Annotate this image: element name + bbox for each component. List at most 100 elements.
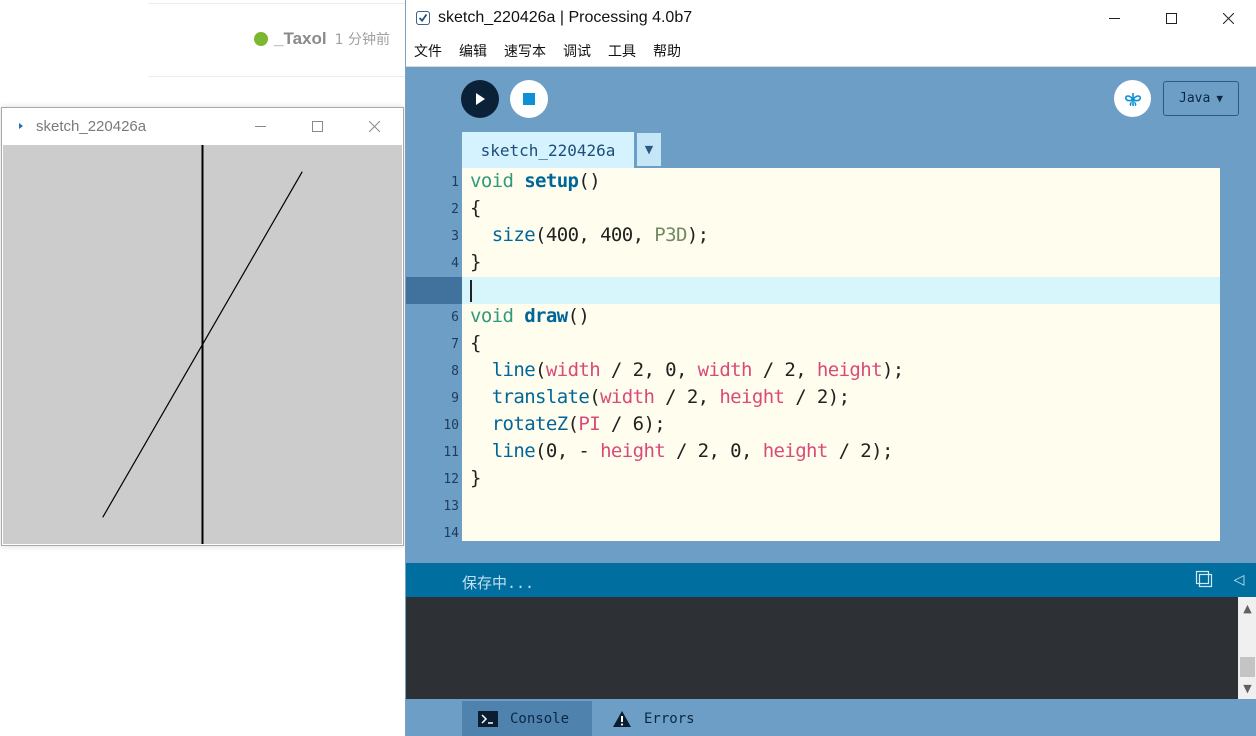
menu-debug[interactable]: 调试 <box>563 41 591 61</box>
close-button[interactable] <box>346 108 403 144</box>
minimize-button[interactable] <box>1086 0 1143 36</box>
toolbar: Java ▼ <box>406 67 1256 131</box>
code-token: width <box>545 359 601 381</box>
chevron-down-icon: ▼ <box>644 143 654 156</box>
code-token: line <box>491 359 536 381</box>
tab-console[interactable]: Console <box>462 701 592 736</box>
chevron-down-icon: ▼ <box>1216 92 1223 105</box>
maximize-button[interactable] <box>1143 0 1200 36</box>
current-line-gutter-highlight <box>406 277 462 304</box>
code-token: height <box>816 359 883 381</box>
warning-icon <box>612 710 632 728</box>
code-token: } <box>470 251 481 273</box>
close-icon <box>1223 12 1234 24</box>
code-token: / 2); <box>827 440 894 462</box>
status-message: 保存中... <box>462 574 535 592</box>
menu-edit[interactable]: 编辑 <box>459 41 487 61</box>
code-token: { <box>470 197 481 219</box>
line-number: 2 <box>451 202 459 217</box>
code-token: / 2, <box>654 386 720 408</box>
minimize-icon <box>1109 17 1120 19</box>
code-token: ( <box>589 386 601 408</box>
line-number: 13 <box>443 499 459 514</box>
code-line: { <box>470 330 481 357</box>
scrollbar-thumb[interactable] <box>1240 657 1255 677</box>
copy-console-button[interactable] <box>1194 569 1214 589</box>
sketch-window-titlebar[interactable]: sketch_220426a <box>2 108 403 144</box>
code-token: rotateZ <box>491 413 568 435</box>
code-token: height <box>600 440 666 462</box>
line-number: 12 <box>443 472 459 487</box>
close-button[interactable] <box>1200 0 1256 36</box>
line-number: 6 <box>451 310 459 325</box>
code-token: ( <box>535 359 546 381</box>
debug-button[interactable] <box>1114 80 1151 117</box>
console-tab-bar: Console Errors <box>406 699 1256 736</box>
code-token: (400, 400, <box>535 224 655 246</box>
comment-author: _Taxol 1 分钟前 <box>254 28 390 50</box>
butterfly-debug-icon <box>1124 92 1141 106</box>
run-button[interactable] <box>461 80 499 118</box>
ide-window-controls <box>1086 0 1256 36</box>
tab-errors-label: Errors <box>644 710 695 727</box>
comment-time: 1 分钟前 <box>334 32 390 48</box>
code-token: ); <box>686 224 709 246</box>
code-token: / 2, 0, <box>600 359 698 381</box>
line-number: 9 <box>451 391 459 406</box>
ide-titlebar[interactable]: sketch_220426a | Processing 4.0b7 <box>406 0 1256 36</box>
code-token: () <box>567 305 590 327</box>
scroll-up-button[interactable]: ▲ <box>1238 599 1256 617</box>
play-icon <box>476 93 485 105</box>
close-icon <box>369 120 380 132</box>
line-number: 11 <box>443 445 459 460</box>
stop-button[interactable] <box>510 80 548 118</box>
code-line: } <box>470 249 481 276</box>
ide-window-title: sketch_220426a | Processing 4.0b7 <box>438 9 693 26</box>
menu-tools[interactable]: 工具 <box>608 41 636 61</box>
maximize-button[interactable] <box>289 108 346 144</box>
scroll-down-button[interactable]: ▼ <box>1238 679 1256 697</box>
tab-errors[interactable]: Errors <box>612 701 695 736</box>
tab-console-label: Console <box>510 710 570 727</box>
collapse-console-button[interactable]: ◁ <box>1230 571 1248 589</box>
code-token: ( <box>567 413 579 435</box>
sketch-window-controls <box>232 108 403 144</box>
code-line: size(400, 400, P3D); <box>470 222 709 249</box>
minimize-button[interactable] <box>232 108 289 144</box>
triangle-left-icon: ◁ <box>1233 572 1245 588</box>
sketch-window-title: sketch_220426a <box>36 117 147 135</box>
code-token: / 6); <box>600 413 666 435</box>
console-output[interactable] <box>406 597 1256 699</box>
console-scrollbar[interactable]: ▲ ▼ <box>1238 597 1256 699</box>
code-token: height <box>719 386 785 408</box>
menu-sketch[interactable]: 速写本 <box>504 41 546 61</box>
tab-menu-button[interactable]: ▼ <box>637 133 661 166</box>
sketch-canvas[interactable] <box>3 145 402 544</box>
stop-icon <box>523 93 535 105</box>
code-token: width <box>697 359 753 381</box>
text-caret <box>470 280 472 302</box>
tab-sketch[interactable]: sketch_220426a <box>462 132 634 168</box>
menu-help[interactable]: 帮助 <box>653 41 681 61</box>
code-token: ); <box>881 359 904 381</box>
code-line: rotateZ(PI / 6); <box>470 411 666 438</box>
status-bar: 保存中... ◁ <box>406 563 1256 597</box>
code-token: / 2, 0, <box>665 440 763 462</box>
sketch-output-window: sketch_220426a <box>1 107 404 546</box>
code-editor[interactable]: void setup () { size(400, 400, P3D);} void … <box>462 168 1220 541</box>
minimize-icon <box>255 125 266 127</box>
code-token: (0, - <box>535 440 601 462</box>
mode-selector[interactable]: Java ▼ <box>1163 81 1239 116</box>
code-token: P3D <box>654 224 687 246</box>
line-number: 14 <box>443 526 459 541</box>
code-token: / 2); <box>784 386 850 408</box>
code-token: setup <box>524 170 579 192</box>
editor-tab-bar: sketch_220426a ▼ <box>462 132 661 168</box>
code-token: void <box>470 305 525 327</box>
comment-username[interactable]: _Taxol <box>274 29 327 49</box>
menu-file[interactable]: 文件 <box>414 41 442 61</box>
code-token: void <box>470 170 525 192</box>
code-token: line <box>491 440 536 462</box>
code-line: void draw() <box>470 303 590 330</box>
